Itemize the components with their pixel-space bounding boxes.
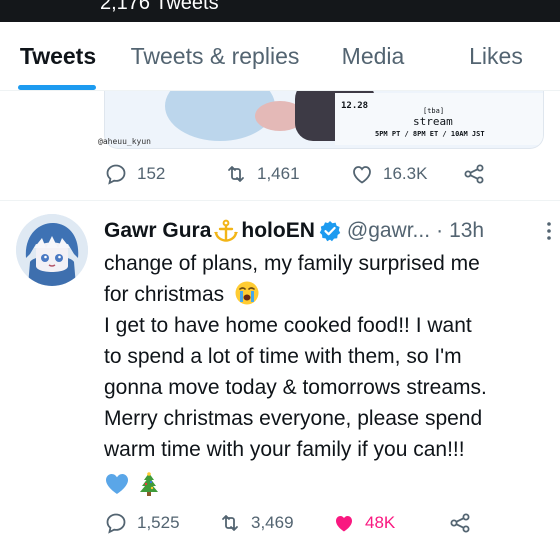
retweet-button[interactable]: 3,469 (218, 511, 332, 535)
tweet-header: Gawr Gura holoEN @gawr... · 13h (104, 216, 554, 246)
profile-tabs: Tweets Tweets & replies Media Likes (0, 22, 560, 90)
retweet-icon (228, 166, 244, 182)
like-button[interactable]: 48K (332, 511, 448, 535)
separator-dot: · (436, 219, 444, 242)
reply-count: 152 (137, 164, 166, 183)
retweet-button[interactable]: 1,461 (224, 162, 350, 186)
anchor-icon (214, 219, 239, 242)
tweet-timestamp[interactable]: 13h (449, 219, 484, 243)
tweet-line: Merry christmas everyone, please spend (104, 407, 483, 430)
tweet-line: change of plans, my family surprised me (104, 252, 480, 275)
tweet-line: gonna move today & tomorrows streams. (104, 376, 487, 399)
retweet-count: 1,461 (257, 164, 300, 183)
crying-face-emoji-icon (235, 281, 259, 305)
tab-label: Likes (469, 42, 523, 69)
christmas-tree-emoji-icon (140, 472, 158, 496)
tweet-media-image[interactable]: 12.28 [tba] stream 5PM PT / 8PM ET / 10A… (104, 91, 544, 149)
previous-tweet[interactable]: 12.28 [tba] stream 5PM PT / 8PM ET / 10A… (0, 90, 560, 200)
heart-filled-icon (336, 516, 352, 532)
reply-icon (106, 513, 126, 534)
tab-label: Media (341, 42, 405, 69)
tweet-line: for christmas (104, 279, 552, 310)
tweet-actions: 1,525 3,469 48K (104, 510, 472, 536)
verified-badge-icon (319, 221, 341, 242)
tweet-actions: 152 1,461 16.3K (104, 161, 486, 187)
tab-likes[interactable]: Likes (432, 22, 560, 90)
profile-header-bar: 2,176 Tweets (0, 0, 560, 22)
schedule-title: stream (413, 115, 453, 128)
heart-icon (353, 166, 371, 184)
retweet-icon (222, 515, 238, 531)
avatar[interactable] (16, 214, 88, 286)
schedule-tag: [tba] (423, 107, 445, 115)
reply-button[interactable]: 1,525 (104, 511, 218, 535)
tab-tweets[interactable]: Tweets (0, 22, 116, 90)
reply-count: 1,525 (137, 513, 180, 532)
avatar-illustration (16, 214, 88, 286)
tweet-count: 2,176 Tweets (100, 0, 219, 14)
tweet-body: change of plans, my family surprised me … (104, 248, 552, 499)
reply-icon (106, 164, 126, 185)
tweet-line: warm time with your family if you can!!! (104, 438, 465, 461)
retweet-count: 3,469 (251, 513, 294, 532)
share-button[interactable] (462, 162, 486, 186)
user-handle[interactable]: @gawr... (347, 219, 430, 243)
share-icon (450, 513, 470, 533)
more-options-icon[interactable] (544, 220, 554, 242)
tweet-line: to spend a lot of time with them, so I'm (104, 345, 462, 368)
tweet-divider (0, 200, 560, 201)
tab-label: Tweets & replies (130, 42, 300, 69)
display-name[interactable]: Gawr Gura (104, 219, 211, 243)
artist-credit: @aheuu_kyun (98, 137, 151, 146)
tab-label: Tweets (19, 42, 97, 69)
schedule-date: 12.28 (341, 101, 369, 111)
tab-tweets-and-replies[interactable]: Tweets & replies (116, 22, 314, 90)
tab-media[interactable]: Media (314, 22, 432, 90)
reply-button[interactable]: 152 (104, 162, 224, 186)
share-icon (464, 164, 484, 184)
like-count: 48K (365, 513, 396, 532)
stream-schedule-panel: 12.28 [tba] stream 5PM PT / 8PM ET / 10A… (335, 93, 543, 145)
like-button[interactable]: 16.3K (350, 162, 462, 186)
blue-heart-emoji-icon (106, 474, 128, 494)
display-name-suffix[interactable]: holoEN (241, 219, 315, 243)
like-count: 16.3K (383, 164, 428, 183)
emoji-row (104, 469, 552, 499)
tweet-line: I get to have home cooked food!! I want (104, 314, 472, 337)
share-button[interactable] (448, 511, 472, 535)
schedule-times: 5PM PT / 8PM ET / 10AM JST (375, 130, 485, 138)
